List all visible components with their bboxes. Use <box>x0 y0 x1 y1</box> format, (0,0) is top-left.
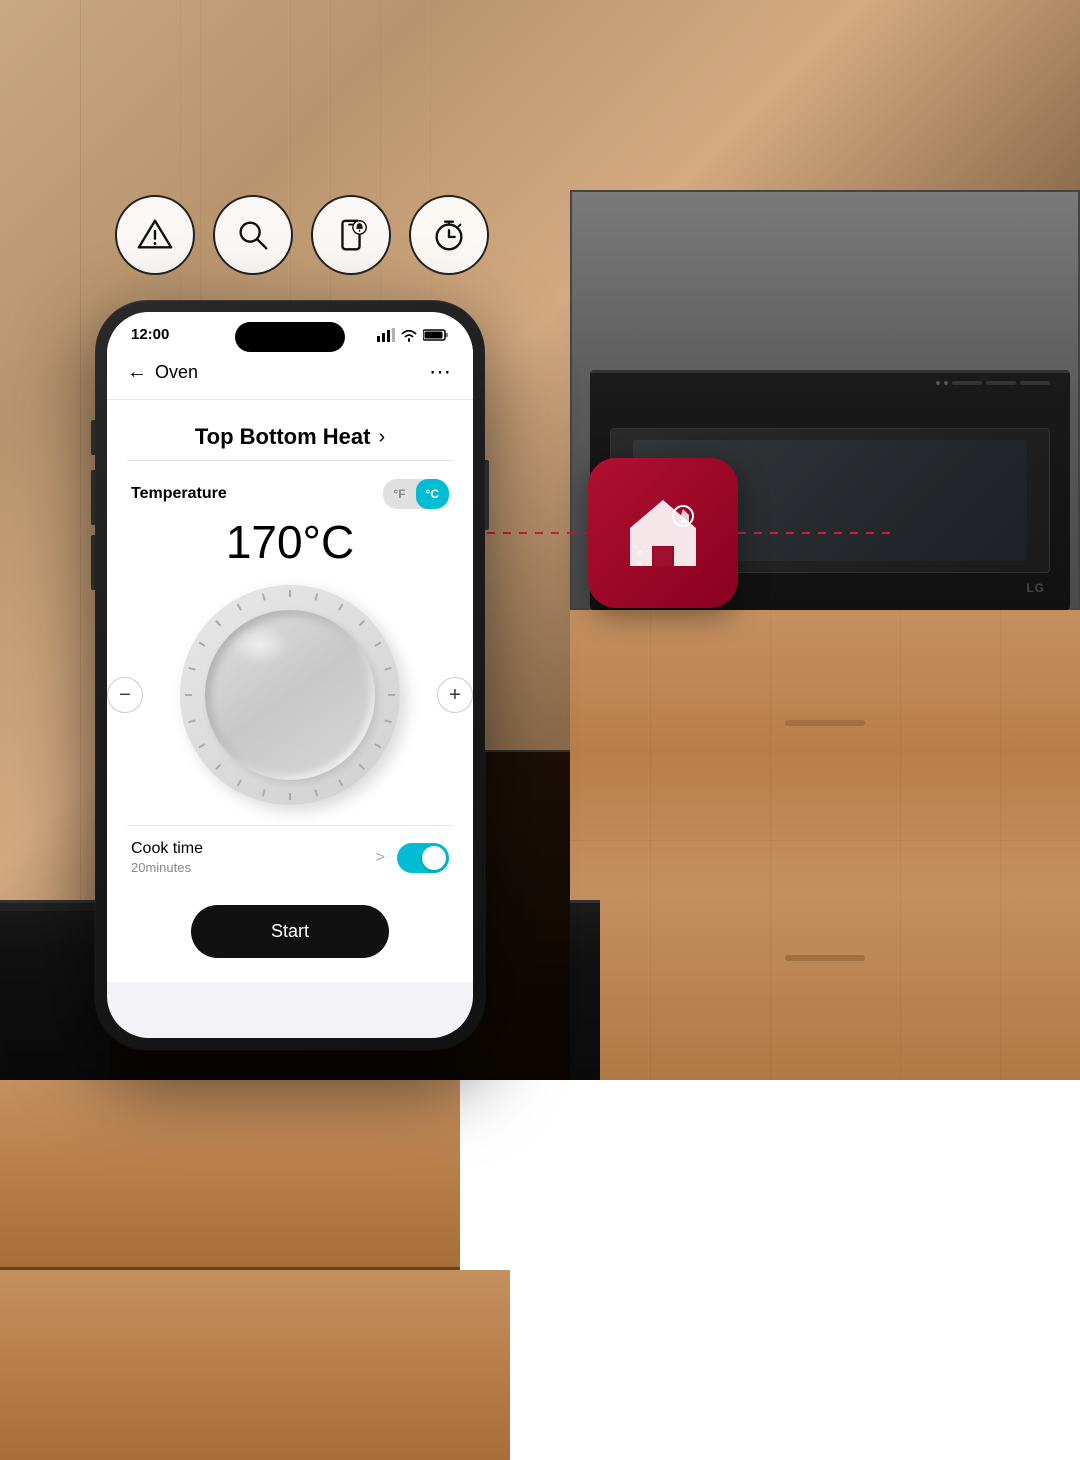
cook-time-label: Cook time <box>131 840 203 858</box>
battery-icon <box>423 328 449 342</box>
cook-time-controls: > <box>376 843 449 873</box>
app-content: Top Bottom Heat › Temperature °F °C 170°… <box>107 400 473 889</box>
phone-container: 12:00 <box>95 300 485 1050</box>
back-button[interactable]: ← Oven <box>127 361 198 384</box>
dynamic-island <box>235 322 345 352</box>
timer-icon-button[interactable] <box>409 195 489 275</box>
temperature-dial[interactable] <box>180 585 400 805</box>
start-button[interactable]: Start <box>191 905 389 958</box>
phone-outer: 12:00 <box>95 300 485 1050</box>
temperature-value: 170°C <box>131 515 449 569</box>
phone-screen: 12:00 <box>107 312 473 1038</box>
start-button-container: Start <box>107 889 473 982</box>
temperature-label: Temperature <box>131 485 227 503</box>
temperature-header: Temperature °F °C <box>131 479 449 509</box>
more-menu-button[interactable]: ⋯ <box>429 359 453 385</box>
mode-arrow: › <box>378 426 385 449</box>
search-icon-button[interactable] <box>213 195 293 275</box>
unit-toggle[interactable]: °F °C <box>383 479 449 509</box>
mode-label: Top Bottom Heat <box>195 424 371 450</box>
cook-time-duration: 20minutes <box>131 860 203 875</box>
connection-line-right <box>738 532 898 534</box>
cook-time-arrow[interactable]: > <box>376 849 385 867</box>
status-icons <box>377 328 449 342</box>
cabinet-right-bottom <box>570 610 1080 1080</box>
signal-icon <box>377 328 395 342</box>
cook-time-toggle[interactable] <box>397 843 449 873</box>
temperature-decrease-button[interactable]: − <box>107 677 143 713</box>
unit-celsius-button[interactable]: °C <box>416 479 449 509</box>
header-title: Oven <box>155 362 198 383</box>
dial-container: − <box>127 585 453 805</box>
floating-icons-group <box>115 195 489 275</box>
wifi-icon <box>400 328 418 342</box>
cabinet-top-left <box>0 1080 460 1270</box>
dial-shine <box>230 625 290 665</box>
app-header: ← Oven ⋯ <box>107 351 473 400</box>
smart-home-icon[interactable] <box>588 458 738 608</box>
cook-time-info: Cook time 20minutes <box>131 840 203 875</box>
mode-selector[interactable]: Top Bottom Heat › <box>127 400 453 461</box>
dial-inner <box>205 610 375 780</box>
temperature-section: Temperature °F °C 170°C <box>127 479 453 569</box>
status-time: 12:00 <box>131 326 169 343</box>
alert-icon-button[interactable] <box>115 195 195 275</box>
toggle-knob <box>422 846 446 870</box>
unit-fahrenheit-button[interactable]: °F <box>383 479 415 509</box>
cabinet-top-mid <box>0 1270 510 1460</box>
back-arrow: ← <box>127 361 147 384</box>
temperature-increase-button[interactable]: + <box>437 677 473 713</box>
cook-time-row: Cook time 20minutes > <box>127 825 453 889</box>
smart-notification-icon-button[interactable] <box>311 195 391 275</box>
